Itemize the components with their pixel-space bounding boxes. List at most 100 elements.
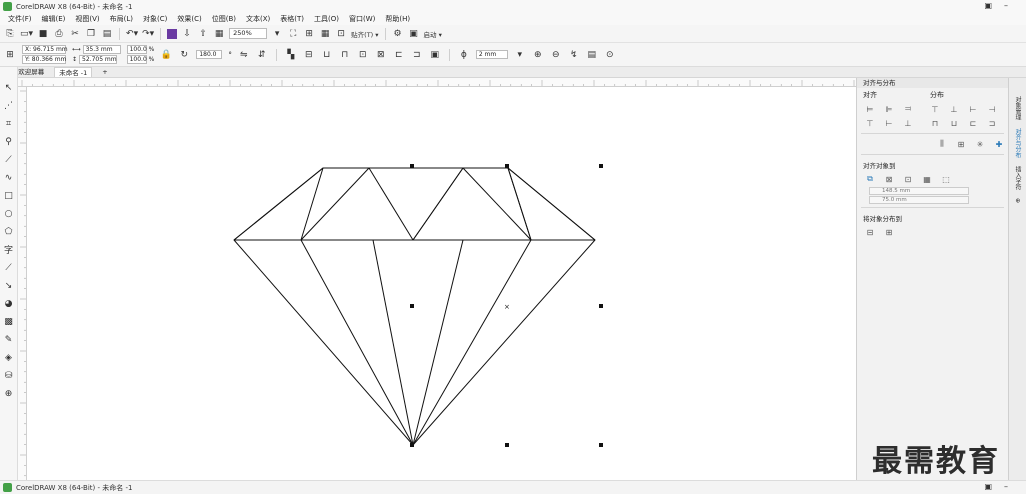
- group-icon[interactable]: ▚: [285, 49, 297, 61]
- zoom-tool-icon[interactable]: ⚲: [2, 135, 15, 148]
- to-back-icon[interactable]: ⊖: [550, 49, 562, 61]
- add-tool-icon[interactable]: ⊕: [2, 387, 15, 400]
- distribute-right-icon[interactable]: ⊣: [987, 104, 997, 114]
- handle-top-left[interactable]: [410, 164, 414, 168]
- distribute-bottom-icon[interactable]: ⊐: [987, 118, 997, 128]
- menu-tools[interactable]: 工具(O): [314, 14, 339, 24]
- mirror-horizontal-icon[interactable]: ⇋: [238, 49, 250, 61]
- rotation-field[interactable]: 180.0: [196, 50, 223, 59]
- text-baseline-icon[interactable]: ⫼: [937, 139, 947, 149]
- align-top-icon[interactable]: ⊤: [865, 118, 875, 128]
- selection-extent-icon[interactable]: ⊟: [865, 227, 875, 237]
- menu-help[interactable]: 帮助(H): [385, 14, 410, 24]
- menu-bitmaps[interactable]: 位图(B): [212, 14, 236, 24]
- show-guidelines-icon[interactable]: ⊡: [335, 28, 347, 40]
- x-point-field[interactable]: 148.5 mm: [869, 187, 969, 195]
- open-icon[interactable]: ▭▾: [20, 28, 33, 40]
- shape-tool-icon[interactable]: ⋰: [2, 99, 15, 112]
- back-minus-front-icon[interactable]: ⊐: [411, 49, 423, 61]
- weld-icon[interactable]: ⊔: [321, 49, 333, 61]
- zoom-level-input[interactable]: 250%: [229, 28, 268, 39]
- y-point-field[interactable]: 75.0 mm: [869, 196, 969, 204]
- ungroup-icon[interactable]: ⊟: [303, 49, 315, 61]
- rectangle-tool-icon[interactable]: □: [2, 189, 15, 202]
- ellipse-tool-icon[interactable]: ○: [2, 207, 15, 220]
- cut-icon[interactable]: ✂: [69, 28, 81, 40]
- application-launcher-icon[interactable]: ▣: [408, 28, 420, 40]
- intersect-icon[interactable]: ⊡: [357, 49, 369, 61]
- side-tab-object-manager[interactable]: 对象管理: [1013, 96, 1022, 120]
- print-icon[interactable]: ⎙: [53, 28, 65, 40]
- paste-icon[interactable]: ▤: [101, 28, 113, 40]
- distribute-vspacing-icon[interactable]: ⊏: [968, 118, 978, 128]
- dimension-tool-icon[interactable]: ⟋: [2, 261, 15, 274]
- menu-object[interactable]: 对象(C): [143, 14, 167, 24]
- interactive-fill-icon[interactable]: ◈: [2, 351, 15, 364]
- undo-icon[interactable]: ↶▾: [126, 28, 138, 40]
- align-center-h-icon[interactable]: ⊫: [884, 104, 894, 114]
- horizontal-ruler[interactable]: [18, 78, 856, 87]
- drawing-canvas[interactable]: ×: [27, 87, 856, 480]
- height-field[interactable]: 52.705 mm: [79, 55, 118, 64]
- specified-point-icon[interactable]: ⬚: [941, 174, 951, 184]
- publish-pdf-icon[interactable]: ▦: [213, 28, 225, 40]
- rotate-icon[interactable]: ↻: [178, 49, 190, 61]
- center-marker[interactable]: ×: [504, 303, 510, 311]
- artistic-media-icon[interactable]: ∿: [2, 171, 15, 184]
- align-bottom-icon[interactable]: ⊥: [903, 118, 913, 128]
- import-icon[interactable]: ⇩: [181, 28, 193, 40]
- trim-icon[interactable]: ⊓: [339, 49, 351, 61]
- outline-dropdown-icon[interactable]: ▾: [514, 49, 526, 61]
- connector-tool-icon[interactable]: ↘: [2, 279, 15, 292]
- handle-middle-right[interactable]: [599, 304, 603, 308]
- side-tab-add-icon[interactable]: ⊕: [1014, 198, 1021, 203]
- launch-dropdown[interactable]: 启动 ▾: [424, 28, 442, 40]
- menu-effects[interactable]: 效果(C): [177, 14, 201, 24]
- options-gear-icon[interactable]: ⚙: [392, 28, 404, 40]
- align-right-icon[interactable]: ⫤: [903, 104, 913, 114]
- diamond-outline[interactable]: [233, 167, 596, 446]
- mirror-vertical-icon[interactable]: ⇵: [256, 49, 268, 61]
- convert-to-curves-icon[interactable]: ↯: [568, 49, 580, 61]
- menu-layout[interactable]: 布局(L): [110, 14, 133, 24]
- grid-icon[interactable]: ▦: [922, 174, 932, 184]
- page-extent-icon[interactable]: ⊞: [884, 227, 894, 237]
- distribute-top-icon[interactable]: ⊓: [930, 118, 940, 128]
- smart-fill-icon[interactable]: ⛁: [2, 369, 15, 382]
- restore-button[interactable]: ▣: [984, 1, 992, 10]
- lock-ratio-icon[interactable]: 🔒: [160, 49, 172, 61]
- outline-icon[interactable]: ✚: [994, 139, 1004, 149]
- distribute-left-icon[interactable]: ⊤: [930, 104, 940, 114]
- scale-x-field[interactable]: 100.0: [126, 45, 147, 54]
- show-grid-icon[interactable]: ▦: [319, 28, 331, 40]
- align-center-v-icon[interactable]: ⊢: [884, 118, 894, 128]
- polygon-tool-icon[interactable]: ⬠: [2, 225, 15, 238]
- freehand-tool-icon[interactable]: ⟋: [2, 153, 15, 166]
- taskbar-restore-button[interactable]: ▣: [984, 482, 992, 491]
- handle-bottom-left[interactable]: [410, 443, 414, 447]
- handle-bottom-right[interactable]: [599, 443, 603, 447]
- tab-add-button[interactable]: +: [98, 67, 111, 77]
- menu-text[interactable]: 文本(X): [246, 14, 270, 24]
- create-boundary-icon[interactable]: ▣: [429, 49, 441, 61]
- search-content-icon[interactable]: [167, 28, 178, 39]
- menu-window[interactable]: 窗口(W): [349, 14, 375, 24]
- transparency-icon[interactable]: ▩: [2, 315, 15, 328]
- y-position-field[interactable]: Y: 80.366 mm: [22, 55, 66, 64]
- width-field[interactable]: 35.3 mm: [82, 45, 121, 54]
- taskbar-minimize-button[interactable]: –: [1004, 482, 1008, 491]
- pick-tool-icon[interactable]: ↖: [2, 81, 15, 94]
- menu-file[interactable]: 文件(F): [8, 14, 32, 24]
- menu-view[interactable]: 视图(V): [75, 14, 99, 24]
- copy-icon[interactable]: ❐: [85, 28, 97, 40]
- menu-table[interactable]: 表格(T): [280, 14, 304, 24]
- new-document-icon[interactable]: ⎘: [4, 28, 16, 40]
- handle-top-middle[interactable]: [505, 164, 509, 168]
- object-origin-icon[interactable]: ⊞: [4, 49, 16, 61]
- snap-to-dropdown[interactable]: 贴齐(T) ▾: [351, 28, 378, 40]
- distribute-center-icon[interactable]: ⊥: [949, 104, 959, 114]
- side-tab-align-distribute[interactable]: 对齐与分布: [1013, 128, 1022, 158]
- distribute-middle-icon[interactable]: ⊔: [949, 118, 959, 128]
- save-icon[interactable]: ■: [37, 28, 49, 40]
- text-edge-icon[interactable]: ✳: [975, 139, 985, 149]
